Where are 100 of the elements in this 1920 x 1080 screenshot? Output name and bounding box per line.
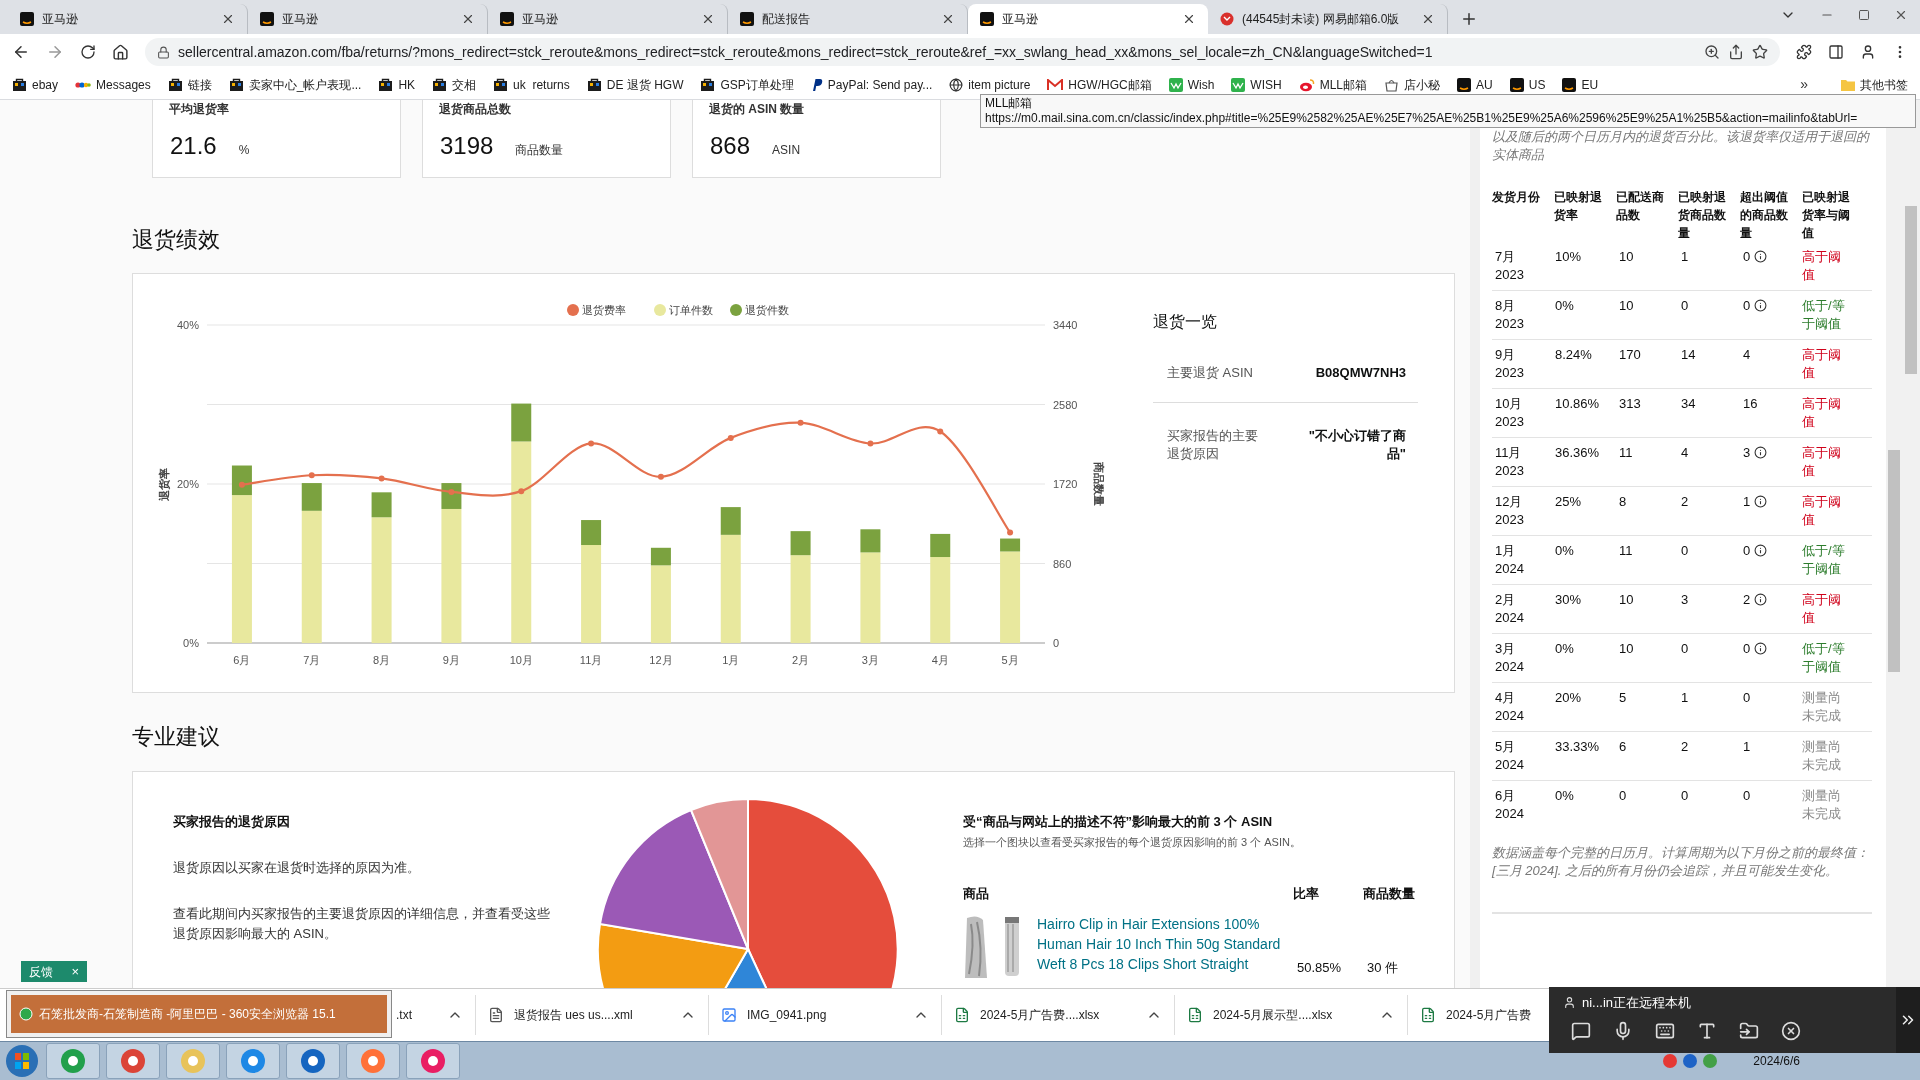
close-icon[interactable]	[221, 12, 235, 26]
download-name: 2024-5月展示型....xlsx	[1213, 1007, 1334, 1024]
bookmark[interactable]: MLL邮箱	[1298, 75, 1368, 94]
chart-point	[518, 488, 525, 495]
bookmark[interactable]: Wish	[1168, 75, 1215, 94]
start-button[interactable]	[4, 1043, 40, 1079]
envelope-icon	[1047, 78, 1064, 91]
bookmark[interactable]: AU	[1457, 75, 1493, 94]
side-panel-icon[interactable]	[1828, 44, 1844, 60]
download-item[interactable]: 2024-5月广告费	[1408, 995, 1536, 1035]
close-icon[interactable]	[941, 12, 955, 26]
legend-item[interactable]: 订单件数	[654, 304, 713, 316]
zoom-icon[interactable]	[1704, 44, 1720, 60]
taskbar-button[interactable]	[166, 1043, 220, 1079]
info-icon[interactable]	[1754, 642, 1768, 655]
download-item[interactable]: .txt	[394, 995, 476, 1035]
bookmark[interactable]: DE 退货 HGW	[586, 75, 684, 94]
legend-item[interactable]: 退货件数	[730, 304, 789, 316]
bookmark[interactable]: 链接	[167, 75, 212, 94]
table-cell-text: 4	[1680, 444, 1690, 462]
reload-icon[interactable]	[80, 44, 96, 60]
feedback-button[interactable]: 反馈 ×	[21, 961, 87, 982]
info-icon[interactable]	[1754, 250, 1768, 263]
taskbar-button[interactable]	[46, 1043, 100, 1079]
home-icon[interactable]	[112, 43, 129, 61]
bookmark[interactable]: PayPal: Send pay...	[810, 75, 933, 94]
close-icon[interactable]	[461, 12, 475, 26]
scroll-thumb[interactable]	[1888, 450, 1900, 672]
axis-label: 40%	[176, 319, 199, 331]
bookmark[interactable]: item picture	[949, 75, 1031, 94]
info-icon[interactable]	[1754, 446, 1768, 459]
bookmark[interactable]: ebay	[12, 75, 59, 94]
bookmark[interactable]: US	[1509, 75, 1546, 94]
download-item[interactable]: 2024-5月广告费....xlsx	[942, 995, 1175, 1035]
spreadsheet-icon	[954, 1007, 970, 1023]
wish-icon	[1168, 77, 1183, 92]
chart-point	[378, 475, 385, 482]
more-bookmarks-button[interactable]: »	[1800, 74, 1824, 95]
bookmark[interactable]: 店小秘	[1384, 75, 1441, 94]
section-title: 专业建议	[132, 723, 221, 751]
close-button[interactable]: ×	[71, 961, 79, 982]
back-icon[interactable]	[12, 43, 30, 61]
chart-point	[238, 481, 245, 488]
close-icon[interactable]	[701, 12, 715, 26]
bookmark[interactable]: uk returns	[493, 75, 570, 94]
bookmark[interactable]: GSP订单处理	[700, 75, 794, 94]
chart-point	[657, 473, 664, 480]
close-icon[interactable]	[1781, 1020, 1801, 1041]
maximize-icon[interactable]	[1858, 9, 1870, 21]
extensions-icon[interactable]	[1796, 44, 1812, 60]
taskbar-button[interactable]	[346, 1043, 400, 1079]
bookmark[interactable]: HK	[378, 75, 416, 94]
amazon-icon	[740, 12, 754, 26]
star-icon[interactable]	[1752, 44, 1768, 60]
product-link[interactable]: Hairro Clip in Hair Extensions 100% Human Hair 10 Inch Thin 50g Standard Weft 8 Pcs 18 Clips Short Straight	[1037, 913, 1297, 978]
table-cell-text: 25%	[1554, 493, 1583, 511]
bookmark[interactable]: 其他书签	[1841, 75, 1908, 94]
taskbar-button[interactable]	[106, 1043, 160, 1079]
tray-icon[interactable]	[1683, 1054, 1698, 1068]
scroll-thumb[interactable]	[1905, 206, 1917, 374]
close-icon[interactable]	[1894, 8, 1908, 22]
download-name: 2024-5月广告费....xlsx	[980, 1007, 1101, 1024]
info-icon[interactable]	[1754, 544, 1768, 557]
taskbar-button[interactable]	[406, 1043, 460, 1079]
legend-item[interactable]: 退货费率	[567, 304, 626, 316]
table-cell-text: 5月 2024	[1494, 738, 1525, 774]
folder-icon[interactable]	[1739, 1020, 1759, 1041]
table-cell: 16	[1743, 395, 1758, 413]
close-icon[interactable]	[1421, 12, 1435, 26]
share-icon[interactable]	[1728, 44, 1744, 60]
bookmark[interactable]: 卖家中心_帐户表现...	[228, 75, 362, 94]
bag-icon	[700, 77, 716, 92]
browser-popup[interactable]: 石笼批发商-石笼制造商 -阿里巴巴 - 360安全浏览器 15.1	[6, 990, 392, 1038]
address-field[interactable]: sellercentral.amazon.com/fba/returns/?mons_redirect=stck_reroute&mons_redirect=stck_reroute&mons_redirect=stck_reroute&ref_=xx_swlang_head_xx&mons_sel_locale=zh_CN&languageSwitched=1	[145, 38, 1780, 66]
download-item[interactable]: 2024-5月展示型....xlsx	[1175, 995, 1408, 1035]
browser-tab[interactable]: 亚马逊	[968, 4, 1208, 34]
profile-icon[interactable]	[1860, 44, 1876, 60]
bookmark[interactable]: HGW/HGC邮箱	[1047, 75, 1152, 94]
bookmark[interactable]: Messages	[75, 75, 151, 94]
stat-label: 退货商品总数	[439, 102, 512, 116]
axis-label: 9月	[442, 654, 460, 666]
bookmark[interactable]: WISH	[1231, 75, 1282, 94]
bookmark[interactable]: EU	[1562, 75, 1599, 94]
new-tab-icon[interactable]	[1460, 10, 1478, 28]
tab-title: 亚马逊	[282, 11, 319, 28]
taskbar-button[interactable]	[286, 1043, 340, 1079]
download-item[interactable]: 退货报告 ues us....xml	[476, 995, 709, 1035]
info-icon[interactable]	[1754, 299, 1768, 312]
forward-icon[interactable]	[46, 43, 64, 61]
microphone-icon[interactable]	[1613, 1020, 1633, 1041]
info-icon[interactable]	[1754, 495, 1768, 508]
taskbar-button[interactable]	[226, 1043, 280, 1079]
table-cell: 0	[1743, 640, 1751, 658]
download-item[interactable]: IMG_0941.png	[709, 995, 942, 1035]
info-icon[interactable]	[1754, 593, 1768, 606]
axis-label: 8月	[373, 654, 391, 666]
tab-title: 亚马逊	[1002, 11, 1039, 28]
chat-icon[interactable]	[1571, 1020, 1591, 1041]
bookmark[interactable]: 交相	[432, 75, 477, 94]
close-icon[interactable]	[1182, 12, 1196, 26]
